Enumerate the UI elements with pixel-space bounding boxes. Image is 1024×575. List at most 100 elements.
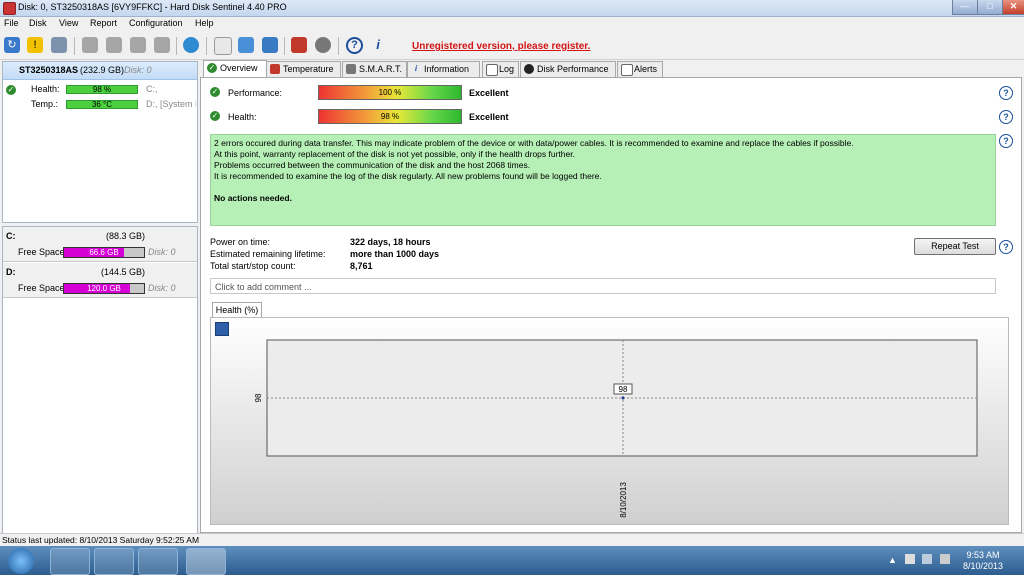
volume-size: (88.3 GB) xyxy=(106,231,146,241)
start-button[interactable] xyxy=(8,548,34,574)
info-icon[interactable]: i xyxy=(370,37,386,53)
toolbar: ↻ ! ? i Unregistered version, please reg… xyxy=(0,31,1024,60)
repeat-test-button[interactable]: Repeat Test xyxy=(914,238,996,255)
tray-volume-icon[interactable] xyxy=(940,554,950,564)
tab-temperature[interactable]: Temperature xyxy=(266,61,341,77)
sensor3-icon[interactable] xyxy=(130,37,146,53)
startstop-label: Total start/stop count: xyxy=(210,261,296,271)
chip-icon xyxy=(346,64,356,74)
sensor4-icon[interactable] xyxy=(154,37,170,53)
menu-file[interactable]: File xyxy=(4,18,19,28)
taskbar-chrome[interactable] xyxy=(94,548,134,575)
y-tick-label: 98 xyxy=(254,393,263,402)
tray-flag-icon[interactable] xyxy=(905,554,915,564)
tab-label: S.M.A.R.T. xyxy=(359,64,403,74)
disk-item[interactable]: ST3250318AS (232.9 GB) Disk: 0 xyxy=(3,62,197,80)
menu-view[interactable]: View xyxy=(59,18,78,28)
health-message-box: 2 errors occured during data transfer. T… xyxy=(210,134,996,226)
clock-time: 9:53 AM xyxy=(966,550,1000,560)
free-space-label: Free Space xyxy=(18,247,65,257)
health-drives: C:, xyxy=(146,84,158,94)
power-on-value: 322 days, 18 hours xyxy=(350,237,431,247)
volume-letter: C: xyxy=(6,231,16,241)
clock-date: 8/10/2013 xyxy=(962,561,1004,571)
document-icon[interactable] xyxy=(214,37,232,55)
disk-icon[interactable] xyxy=(51,37,67,53)
temp-mini-bar: 36 °C xyxy=(66,100,138,109)
warning-icon[interactable]: ! xyxy=(27,37,43,53)
disk-list-panel: ST3250318AS (232.9 GB) Disk: 0 ✓ Health:… xyxy=(2,61,198,223)
speaker-icon[interactable] xyxy=(315,37,331,53)
sensor-icon[interactable] xyxy=(82,37,98,53)
comment-input[interactable]: Click to add comment ... xyxy=(210,278,996,294)
sensor2-icon[interactable] xyxy=(106,37,122,53)
tab-information[interactable]: i Information xyxy=(407,61,480,77)
disk-index: Disk: 0 xyxy=(124,65,152,75)
help-icon[interactable]: ? xyxy=(999,134,1013,148)
app-icon xyxy=(3,2,16,15)
help-icon[interactable]: ? xyxy=(999,240,1013,254)
tab-health-chart[interactable]: Health (%) xyxy=(212,302,262,318)
volume-disk: Disk: 0 xyxy=(148,247,176,257)
menu-configuration[interactable]: Configuration xyxy=(129,18,183,28)
check-icon: ✓ xyxy=(207,63,217,73)
tab-overview[interactable]: ✓ Overview xyxy=(203,60,267,78)
help-icon[interactable]: ? xyxy=(999,110,1013,124)
power-on-label: Power on time: xyxy=(210,237,271,247)
tab-disk-performance[interactable]: Disk Performance xyxy=(520,61,616,77)
tab-label: Log xyxy=(499,64,515,74)
menu-disk[interactable]: Disk xyxy=(29,18,47,28)
health-bar: 98 % xyxy=(318,109,462,124)
maximize-button[interactable]: □ xyxy=(977,0,1003,15)
taskbar-explorer[interactable] xyxy=(50,548,90,575)
volume-disk: Disk: 0 xyxy=(148,283,176,293)
free-space-label: Free Space xyxy=(18,283,65,293)
menu-help[interactable]: Help xyxy=(195,18,214,28)
tab-label: Alerts xyxy=(634,64,658,74)
tab-alerts[interactable]: Alerts xyxy=(617,61,663,77)
tab-label: Disk Performance xyxy=(537,64,609,74)
volume-row-d[interactable]: D: (144.5 GB) Free Space 120.0 GB Disk: … xyxy=(3,263,197,298)
free-space-bar: 120.0 GB xyxy=(63,283,145,294)
health-ok-icon: ✓ xyxy=(210,111,220,121)
volume-letter: D: xyxy=(6,267,16,277)
tray-network-icon[interactable] xyxy=(922,554,932,564)
toolbar-separator xyxy=(176,37,177,55)
chart-icon[interactable] xyxy=(291,37,307,53)
close-button[interactable]: ✕ xyxy=(1002,0,1024,15)
help-icon[interactable]: ? xyxy=(346,37,363,54)
clock[interactable]: 9:53 AM 8/10/2013 xyxy=(958,550,1008,572)
tab-log[interactable]: Log xyxy=(482,61,519,77)
copy-icon[interactable] xyxy=(238,37,254,53)
globe-icon[interactable] xyxy=(183,37,199,53)
menu-report[interactable]: Report xyxy=(90,18,117,28)
performance-bar: 100 % xyxy=(318,85,462,100)
info-icon: i xyxy=(414,64,418,73)
taskbar-hdsentinel[interactable] xyxy=(186,548,226,575)
toolbar-separator xyxy=(74,37,75,55)
free-space-bar: 66.6 GB xyxy=(63,247,145,258)
actions-text: No actions needed. xyxy=(214,193,292,203)
tray-arrow-icon[interactable]: ▲ xyxy=(888,555,897,565)
log-icon xyxy=(486,64,498,76)
volume-row-c[interactable]: C: (88.3 GB) Free Space 66.6 GB Disk: 0 xyxy=(3,227,197,262)
toolbar-separator xyxy=(284,37,285,55)
network-icon[interactable] xyxy=(262,37,278,53)
taskbar-folder[interactable] xyxy=(138,548,178,575)
message-line: 2 errors occured during data transfer. T… xyxy=(214,138,854,148)
minimize-button[interactable]: — xyxy=(952,0,978,15)
disk-size: (232.9 GB) xyxy=(80,65,125,75)
help-icon[interactable]: ? xyxy=(999,86,1013,100)
performance-ok-icon: ✓ xyxy=(210,87,220,97)
lifetime-label: Estimated remaining lifetime: xyxy=(210,249,326,259)
tab-label: Information xyxy=(424,64,470,74)
refresh-icon[interactable]: ↻ xyxy=(4,37,20,53)
message-line: At this point, warranty replacement of t… xyxy=(214,149,575,159)
health-ok-icon: ✓ xyxy=(6,85,16,95)
status-bar: Status last updated: 8/10/2013 Saturday … xyxy=(0,533,1024,546)
health-rating: Excellent xyxy=(469,112,509,122)
menu-bar: File Disk View Report Configuration Help xyxy=(0,17,1024,30)
tab-smart[interactable]: S.M.A.R.T. xyxy=(342,61,407,77)
register-link[interactable]: Unregistered version, please register. xyxy=(412,41,590,52)
message-line: It is recommended to examine the log of … xyxy=(214,171,602,181)
